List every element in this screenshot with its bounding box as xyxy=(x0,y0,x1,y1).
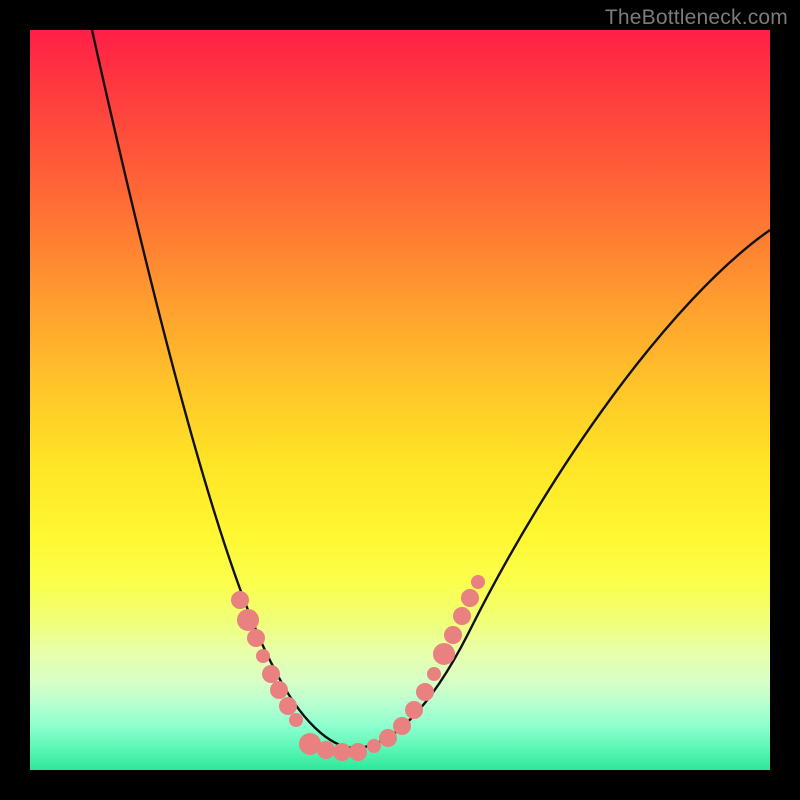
data-point xyxy=(405,701,423,719)
data-point xyxy=(256,649,270,663)
data-point xyxy=(427,667,441,681)
data-point xyxy=(237,609,259,631)
watermark-text: TheBottleneck.com xyxy=(605,6,788,30)
data-point xyxy=(461,589,479,607)
data-point xyxy=(393,717,411,735)
bottleneck-curve xyxy=(92,30,770,748)
data-point xyxy=(433,643,455,665)
data-point xyxy=(289,713,303,727)
data-point xyxy=(453,607,471,625)
data-point xyxy=(471,575,485,589)
curve-layer xyxy=(30,30,770,770)
data-point xyxy=(231,591,249,609)
plot-area xyxy=(30,30,770,770)
data-point xyxy=(416,683,434,701)
data-point xyxy=(349,743,367,761)
data-point xyxy=(444,626,462,644)
data-point xyxy=(247,629,265,647)
chart-frame: TheBottleneck.com xyxy=(0,0,800,800)
